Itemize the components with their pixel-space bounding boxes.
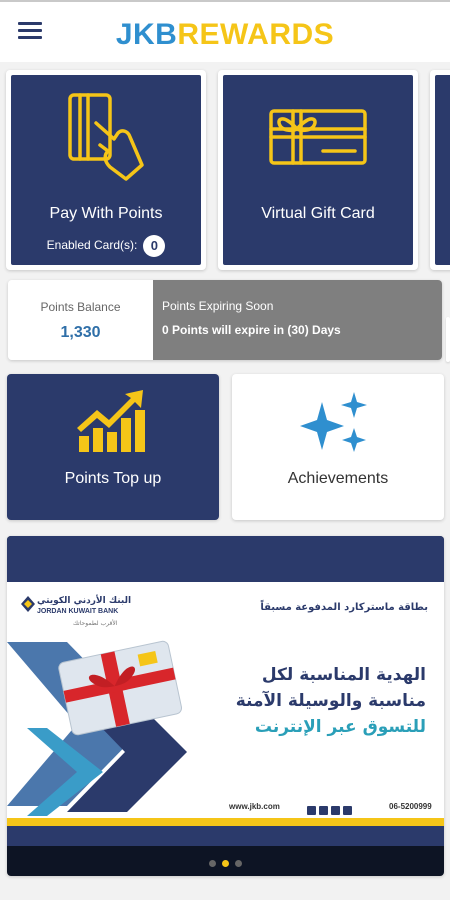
sparkles-icon <box>300 392 367 452</box>
points-expiring-text: 0 Points will expire in (30) Days <box>162 323 341 337</box>
card-label-pay-with-points: Pay With Points <box>49 205 163 222</box>
promo-subtitle: بطاقة ماستركارد المدفوعة مسبقاً <box>260 602 428 613</box>
card-label-virtual-gift-card: Virtual Gift Card <box>261 205 375 222</box>
carousel-dot-3[interactable] <box>235 860 242 867</box>
promo-line-1: الهدية المناسبة لكل <box>261 665 426 685</box>
app-header: JKBREWARDS <box>0 0 450 62</box>
card-in-hand-icon <box>68 93 144 181</box>
pay-with-points-card[interactable]: Pay With Points Enabled Card(s): 0 <box>6 70 206 270</box>
facebook-icon <box>319 806 328 815</box>
tile-label-achievements: Achievements <box>287 470 389 487</box>
points-top-up-tile[interactable]: Points Top up <box>7 374 219 520</box>
points-summary: Points Balance 1,330 Points Expiring Soo… <box>8 280 442 360</box>
achievements-tile[interactable]: Achievements <box>232 374 444 520</box>
jkb-bank-logo-icon <box>21 596 35 612</box>
twitter-icon <box>307 806 316 815</box>
gift-card-icon <box>269 109 367 165</box>
chart-up-icon <box>77 390 145 452</box>
app-logo: JKBREWARDS <box>0 18 450 52</box>
bank-name-english: JORDAN KUWAIT BANK <box>37 608 119 615</box>
points-balance-section: Points Balance 1,330 <box>8 280 153 360</box>
next-panel-peek <box>446 317 450 362</box>
next-card-peek[interactable] <box>430 70 450 270</box>
promo-banner-carousel[interactable]: البنك الأردني الكويتي JORDAN KUWAIT BANK… <box>7 536 444 876</box>
logo-jkb: JKB <box>115 18 178 51</box>
gift-card-artwork <box>7 640 187 816</box>
enabled-cards-count-badge: 0 <box>143 235 166 257</box>
enabled-cards-row: Enabled Card(s): 0 <box>11 235 201 257</box>
points-balance-value: 1,330 <box>60 324 101 341</box>
tile-label-points-top-up: Points Top up <box>64 470 162 487</box>
carousel-dot-2[interactable] <box>222 860 229 867</box>
bank-name-arabic: البنك الأردني الكويتي <box>37 596 132 606</box>
bank-phone: 06-5200999 <box>389 802 432 811</box>
carousel-pagination[interactable] <box>7 854 444 872</box>
virtual-gift-card-card[interactable]: Virtual Gift Card <box>218 70 418 270</box>
instagram-icon <box>331 806 340 815</box>
bank-tagline: الأقرب لطموحاتك <box>73 620 118 627</box>
points-expiring-section: Points Expiring Soon 0 Points will expir… <box>153 280 442 360</box>
logo-rewards: REWARDS <box>177 18 335 51</box>
social-icons <box>307 802 359 815</box>
promo-line-3: للتسوق عبر الإنترنت <box>254 717 426 737</box>
points-balance-label: Points Balance <box>40 300 121 314</box>
linkedin-icon <box>343 806 352 815</box>
points-expiring-title: Points Expiring Soon <box>162 299 274 313</box>
feature-cards-carousel[interactable]: Pay With Points Enabled Card(s): 0 Virtu… <box>0 70 450 270</box>
carousel-dot-1[interactable] <box>209 860 216 867</box>
enabled-cards-label: Enabled Card(s): <box>46 238 138 253</box>
bank-website: www.jkb.com <box>229 802 280 811</box>
promo-line-2: مناسبة والوسيلة الآمنة <box>235 691 426 711</box>
